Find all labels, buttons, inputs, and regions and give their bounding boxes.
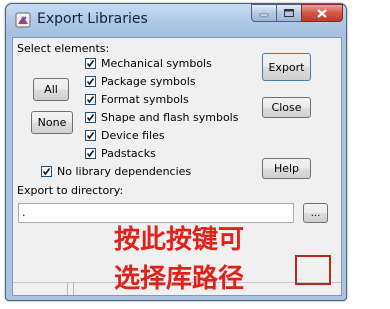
title-bar: Export Libraries — [6, 4, 346, 36]
maximize-button[interactable] — [276, 4, 302, 22]
minimize-button[interactable] — [251, 4, 277, 22]
checkbox-label: Padstacks — [101, 147, 156, 160]
status-separator — [73, 283, 74, 295]
annotation-line-2: 选择库路径 — [114, 264, 245, 294]
export-libraries-dialog: Export Libraries Select elements: Mechan… — [5, 3, 347, 301]
checkbox-label: Format symbols — [101, 93, 189, 106]
export-directory-label: Export to directory: — [17, 184, 124, 197]
minimize-icon — [259, 13, 269, 17]
checkmark-icon — [86, 96, 95, 104]
select-none-button[interactable]: None — [31, 111, 73, 134]
select-all-button[interactable]: All — [33, 78, 69, 101]
padstacks-checkbox[interactable] — [85, 148, 96, 159]
close-button[interactable]: Close — [262, 97, 311, 118]
no-library-dependencies-label: No library dependencies — [57, 165, 192, 178]
no-library-dependencies-checkbox[interactable] — [41, 166, 52, 177]
shape-flash-symbols-checkbox[interactable] — [85, 112, 96, 123]
checkmark-icon — [86, 60, 95, 68]
checkbox-label: Shape and flash symbols — [101, 111, 239, 124]
close-icon — [317, 8, 327, 18]
checkbox-label: Package symbols — [101, 75, 196, 88]
device-files-checkbox[interactable] — [85, 130, 96, 141]
format-symbols-checkbox[interactable] — [85, 94, 96, 105]
browse-directory-button[interactable]: ... — [303, 203, 328, 223]
help-button[interactable]: Help — [262, 158, 311, 179]
export-libraries-app-icon — [15, 12, 31, 28]
window-title: Export Libraries — [37, 11, 148, 27]
checkbox-label: Mechanical symbols — [101, 57, 212, 70]
export-directory-value: . — [22, 206, 26, 219]
checkmark-icon — [42, 168, 51, 176]
annotation-line-1: 按此按键可 — [114, 225, 245, 255]
mechanical-symbols-checkbox[interactable] — [85, 58, 96, 69]
window-close-button[interactable] — [301, 4, 343, 22]
status-separator — [67, 283, 68, 295]
package-symbols-checkbox[interactable] — [85, 76, 96, 87]
checkmark-icon — [86, 78, 95, 86]
maximize-icon — [284, 9, 294, 17]
checkbox-label: Device files — [101, 129, 165, 142]
checkmark-icon — [86, 132, 95, 140]
checkmark-icon — [86, 150, 95, 158]
export-button[interactable]: Export — [262, 53, 311, 81]
checkmark-icon — [86, 114, 95, 122]
annotation-highlight-box — [295, 255, 331, 285]
select-elements-label: Select elements: — [17, 42, 110, 55]
